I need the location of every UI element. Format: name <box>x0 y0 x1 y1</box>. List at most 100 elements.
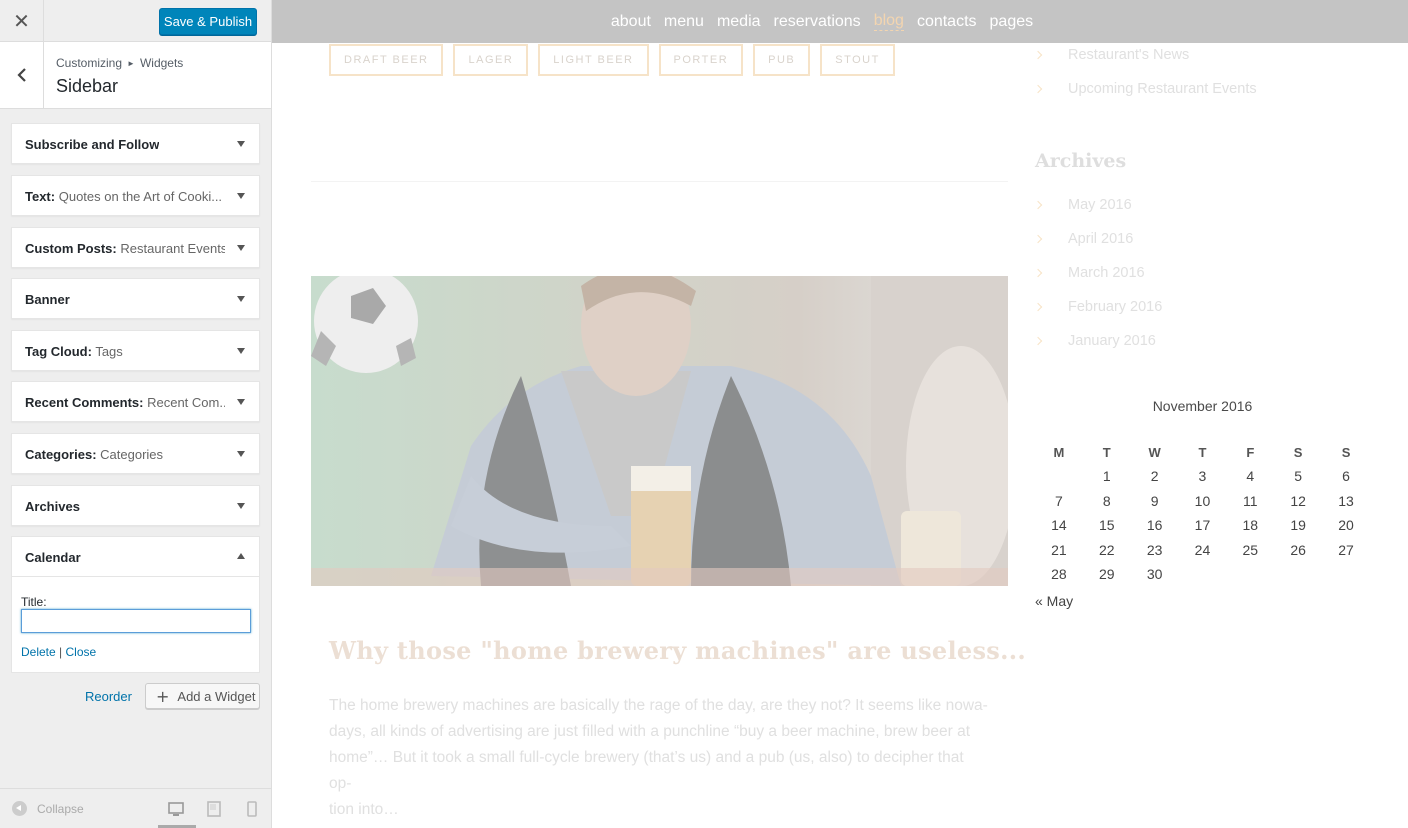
desktop-icon[interactable] <box>167 800 185 818</box>
widget-title: Text: Quotes on the Art of Cooki... <box>25 189 223 204</box>
post-excerpt-line: The home brewery machines are basically … <box>329 697 988 714</box>
widget-calendar-header[interactable]: Calendar <box>12 537 259 577</box>
calendar-day <box>1322 562 1370 587</box>
widget-banner[interactable]: Banner <box>11 278 260 319</box>
nav-pages[interactable]: pages <box>990 13 1034 31</box>
post-excerpt-line: home”… But it took a small full-cycle br… <box>329 749 964 792</box>
widget-title: Archives <box>25 499 80 514</box>
collapse-label: Collapse <box>37 801 84 816</box>
calendar-widget: November 2016 M T W T F S S 1 2 3 4 5 6 … <box>1035 398 1370 609</box>
nav-menu[interactable]: menu <box>664 13 704 31</box>
nav-reservations[interactable]: reservations <box>774 13 861 31</box>
nav-contacts[interactable]: contacts <box>917 13 977 31</box>
widget-title: Tag Cloud: Tags <box>25 344 123 359</box>
category-item[interactable]: Upcoming Restaurant Events <box>1033 72 1257 106</box>
tag-draft-beer[interactable]: DRAFT BEER <box>329 44 444 76</box>
collapse-button[interactable]: Collapse <box>12 801 84 816</box>
category-label: Upcoming Restaurant Events <box>1068 81 1257 97</box>
reorder-link[interactable]: Reorder <box>85 689 132 704</box>
weekday: M <box>1053 444 1065 460</box>
calendar-weekdays: M T W T F S S <box>1035 440 1370 464</box>
widget-archives[interactable]: Archives <box>11 485 260 526</box>
tag-pub[interactable]: PUB <box>753 44 811 76</box>
calendar-table: M T W T F S S 1 2 3 4 5 6 7 8 9 10 11 12… <box>1035 440 1370 587</box>
calendar-week: 14 15 16 17 18 19 20 <box>1035 513 1370 538</box>
back-button[interactable] <box>0 42 44 108</box>
calendar-week: 21 22 23 24 25 26 27 <box>1035 538 1370 563</box>
calendar-day: 11 <box>1243 492 1258 509</box>
nav-about[interactable]: about <box>611 13 651 31</box>
categories-list: Restaurant's News Upcoming Restaurant Ev… <box>1033 38 1257 106</box>
calendar-day: 17 <box>1194 517 1211 534</box>
calendar-day: 27 <box>1338 541 1354 558</box>
archive-item[interactable]: April 2016 <box>1033 222 1162 256</box>
breadcrumb-child: Widgets <box>139 56 184 70</box>
calendar-day: 19 <box>1290 517 1306 534</box>
widget-tag-cloud[interactable]: Tag Cloud: Tags <box>11 330 260 371</box>
title-input[interactable] <box>21 609 251 633</box>
plus-icon: + <box>156 686 170 706</box>
post-excerpt-line: tion into… <box>329 801 399 818</box>
widget-recent-comments[interactable]: Recent Comments: Recent Com... <box>11 381 260 422</box>
delete-link[interactable]: Delete <box>21 645 56 659</box>
expand-arrow-icon[interactable] <box>237 296 245 302</box>
post-divider <box>311 181 1008 182</box>
calendar-week: 1 2 3 4 5 6 <box>1035 464 1370 489</box>
archive-item[interactable]: February 2016 <box>1033 290 1162 324</box>
category-item[interactable]: Restaurant's News <box>1033 38 1257 72</box>
widget-text[interactable]: Text: Quotes on the Art of Cooki... <box>11 175 260 216</box>
widget-title: Banner <box>25 292 70 307</box>
chevron-right-icon <box>1033 234 1043 244</box>
widget-actions: Delete | Close <box>21 645 96 659</box>
collapse-arrow-icon[interactable] <box>237 553 245 559</box>
tag-light-beer[interactable]: LIGHT BEER <box>538 44 649 76</box>
section-header: Customizing ► Widgets Sidebar <box>0 42 271 109</box>
close-link[interactable]: Close <box>66 645 97 659</box>
calendar-day: 21 <box>1051 541 1067 558</box>
chevron-right-icon <box>1033 268 1043 278</box>
chevron-left-icon <box>16 68 26 82</box>
add-widget-label: Add a Widget <box>177 688 256 704</box>
widget-custom-posts[interactable]: Custom Posts: Restaurant Events <box>11 227 260 268</box>
section-title: Sidebar <box>56 76 119 96</box>
calendar-day: 29 <box>1098 566 1115 583</box>
nav-blog[interactable]: blog <box>873 12 904 31</box>
calendar-day: 20 <box>1338 517 1354 534</box>
calendar-day: 25 <box>1242 541 1259 558</box>
calendar-week: 28 29 30 <box>1035 562 1370 587</box>
archives-heading: Archives <box>1035 150 1127 172</box>
expand-arrow-icon[interactable] <box>237 245 245 251</box>
calendar-day: 7 <box>1055 492 1063 509</box>
widget-categories[interactable]: Categories: Categories <box>11 433 260 474</box>
save-publish-button[interactable]: Save & Publish <box>159 8 257 35</box>
breadcrumb-root: Customizing <box>56 56 123 70</box>
calendar-prev-month-link[interactable]: « May <box>1035 593 1370 609</box>
post-title[interactable]: Why those "home brewery machines" are us… <box>329 636 1026 665</box>
expand-arrow-icon[interactable] <box>237 193 245 199</box>
tablet-icon[interactable] <box>205 800 223 818</box>
archive-item[interactable]: January 2016 <box>1033 324 1162 358</box>
calendar-day: 10 <box>1194 492 1211 509</box>
nav-media[interactable]: media <box>717 13 761 31</box>
mobile-icon[interactable] <box>243 800 261 818</box>
weekday: W <box>1148 444 1161 460</box>
chevron-right-icon <box>1033 50 1043 60</box>
calendar-caption: November 2016 <box>1152 398 1253 414</box>
expand-arrow-icon[interactable] <box>237 348 245 354</box>
expand-arrow-icon[interactable] <box>237 141 245 147</box>
post-excerpt: The home brewery machines are basically … <box>329 693 989 823</box>
widget-subscribe-follow[interactable]: Subscribe and Follow <box>11 123 260 164</box>
expand-arrow-icon[interactable] <box>237 399 245 405</box>
archive-item[interactable]: May 2016 <box>1033 188 1162 222</box>
archive-item[interactable]: March 2016 <box>1033 256 1162 290</box>
expand-arrow-icon[interactable] <box>237 451 245 457</box>
post-featured-image[interactable] <box>311 276 1008 586</box>
close-icon[interactable]: ✕ <box>0 0 44 42</box>
calendar-day: 24 <box>1194 541 1211 558</box>
add-widget-button[interactable]: + Add a Widget <box>145 683 260 709</box>
tag-porter[interactable]: PORTER <box>658 44 744 76</box>
tag-stout[interactable]: STOUT <box>820 44 895 76</box>
widget-title: Custom Posts: Restaurant Events <box>25 241 225 256</box>
tag-lager[interactable]: LAGER <box>453 44 529 76</box>
expand-arrow-icon[interactable] <box>237 503 245 509</box>
